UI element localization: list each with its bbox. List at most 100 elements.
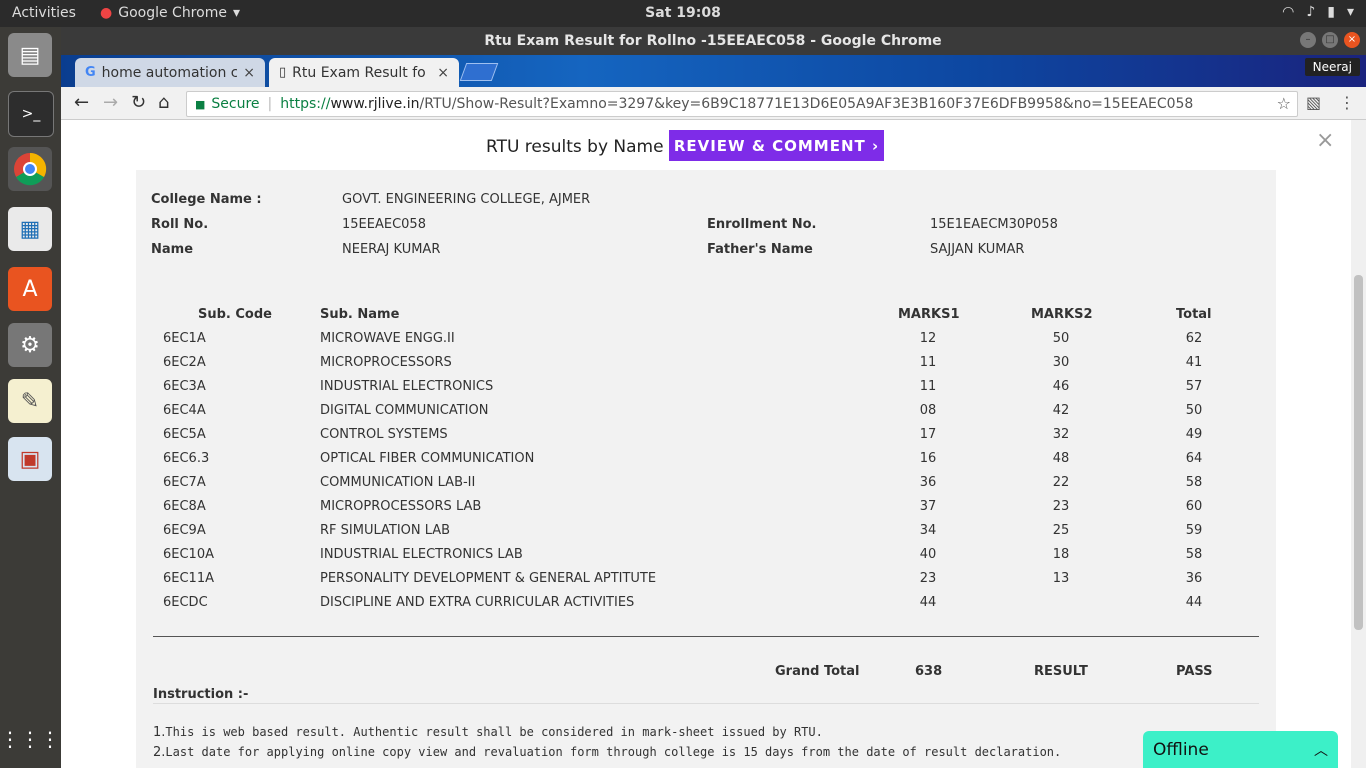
instruction-item: 1.This is web based result. Authentic re… xyxy=(153,725,823,740)
rtu-results-by-name-link[interactable]: RTU results by Name xyxy=(486,137,664,157)
browser-toolbar: ← → ↻ ⌂ ■ Secure | https:// www.rjlive.i… xyxy=(61,87,1366,120)
cell-total: 36 xyxy=(1185,571,1203,586)
profile-badge[interactable]: Neeraj xyxy=(1304,58,1360,76)
impress-icon[interactable]: ▣ xyxy=(8,437,52,481)
cell-sub-code: 6EC6.3 xyxy=(163,451,210,466)
cell-marks1: 36 xyxy=(919,475,937,490)
cell-marks2: 23 xyxy=(1052,499,1070,514)
menu-icon[interactable]: ⋮ xyxy=(1339,93,1355,112)
divider: | xyxy=(267,96,273,112)
cell-marks2: 46 xyxy=(1052,379,1070,394)
tab-rtu-result[interactable]: ▯ Rtu Exam Result for × xyxy=(269,58,459,87)
scrollbar-thumb[interactable] xyxy=(1354,275,1363,630)
settings-icon[interactable]: ⚙ xyxy=(8,323,52,367)
url-path: /RTU/Show-Result?Examno=3297&key=6B9C187… xyxy=(419,96,1194,112)
cell-sub-name: MICROWAVE ENGG.II xyxy=(320,331,455,346)
home-icon[interactable]: ⌂ xyxy=(158,92,169,113)
header-marks2: MARKS2 xyxy=(1031,307,1093,322)
cell-sub-code: 6EC5A xyxy=(163,427,206,442)
cell-marks2: 48 xyxy=(1052,451,1070,466)
divider xyxy=(153,703,1259,704)
back-icon[interactable]: ← xyxy=(74,92,89,113)
extension-icon[interactable]: ▧ xyxy=(1306,93,1321,112)
close-tab-icon[interactable]: × xyxy=(243,65,255,81)
system-tray[interactable]: ◠ ♪ ▮ ▾ xyxy=(1282,4,1354,20)
minimize-button[interactable]: – xyxy=(1300,32,1316,48)
forward-icon[interactable]: → xyxy=(103,92,118,113)
cell-total: 44 xyxy=(1185,595,1203,610)
activities-button[interactable]: Activities xyxy=(12,5,76,21)
cell-marks2: 22 xyxy=(1052,475,1070,490)
instruction-text: Last date for applying online copy view … xyxy=(165,745,1062,759)
chrome-icon[interactable] xyxy=(8,147,52,191)
reload-icon[interactable]: ↻ xyxy=(131,92,146,113)
clock[interactable]: Sat 19:08 xyxy=(645,5,721,21)
cell-marks1: 08 xyxy=(919,403,937,418)
name-label: Name xyxy=(151,242,194,257)
cell-marks2: 30 xyxy=(1052,355,1070,370)
chat-status-label: Offline xyxy=(1153,739,1209,760)
enrollment-value: 15E1EAECM30P058 xyxy=(930,217,1058,232)
cell-sub-code: 6EC3A xyxy=(163,379,206,394)
close-window-button[interactable]: × xyxy=(1344,32,1360,48)
writer-icon[interactable]: ▦ xyxy=(8,207,52,251)
tab-home-automation[interactable]: G home automation c × xyxy=(75,58,265,87)
software-icon[interactable]: A xyxy=(8,267,52,311)
cell-marks2: 50 xyxy=(1052,331,1070,346)
cell-marks1: 17 xyxy=(919,427,937,442)
terminal-icon[interactable]: >_ xyxy=(8,91,54,137)
cell-sub-name: CONTROL SYSTEMS xyxy=(320,427,448,442)
cell-sub-name: RF SIMULATION LAB xyxy=(320,523,451,538)
cell-total: 64 xyxy=(1185,451,1203,466)
new-tab-button[interactable] xyxy=(459,63,499,81)
cell-sub-code: 6EC2A xyxy=(163,355,206,370)
chevron-down-icon: ▾ xyxy=(1346,4,1354,20)
header-total: Total xyxy=(1176,307,1212,322)
review-comment-button[interactable]: REVIEW & COMMENT › xyxy=(669,130,884,161)
close-banner-icon[interactable]: × xyxy=(1316,128,1334,153)
cell-marks2: 25 xyxy=(1052,523,1070,538)
father-value: SAJJAN KUMAR xyxy=(930,242,1025,257)
roll-value: 15EEAEC058 xyxy=(342,217,426,232)
cell-sub-code: 6ECDC xyxy=(163,595,208,610)
father-label: Father's Name xyxy=(707,242,813,257)
address-bar[interactable]: ■ Secure | https:// www.rjlive.in /RTU/S… xyxy=(186,91,1298,117)
apps-grid-icon[interactable]: ⋮⋮⋮ xyxy=(0,717,60,761)
window-title-bar: Rtu Exam Result for Rollno -15EEAEC058 -… xyxy=(61,27,1366,55)
cell-marks1: 23 xyxy=(919,571,937,586)
tab-label: home automation c xyxy=(101,64,237,81)
header-marks1: MARKS1 xyxy=(898,307,960,322)
chevron-up-icon[interactable]: ︿ xyxy=(1314,740,1328,760)
roll-label: Roll No. xyxy=(151,217,209,232)
cell-sub-code: 6EC8A xyxy=(163,499,206,514)
cell-sub-name: MICROPROCESSORS xyxy=(320,355,452,370)
close-tab-icon[interactable]: × xyxy=(437,65,449,81)
college-label: College Name : xyxy=(151,192,262,207)
page-scrollbar[interactable] xyxy=(1351,120,1366,768)
dock: ▤ >_ ▦ A ⚙ ✎ ▣ ⋮⋮⋮ xyxy=(0,27,61,768)
cell-sub-name: COMMUNICATION LAB-II xyxy=(320,475,476,490)
url-host: www.rjlive.in xyxy=(330,96,420,112)
cell-total: 50 xyxy=(1185,403,1203,418)
cell-sub-name: DISCIPLINE AND EXTRA CURRICULAR ACTIVITI… xyxy=(320,595,635,610)
maximize-button[interactable]: □ xyxy=(1322,32,1338,48)
cell-total: 60 xyxy=(1185,499,1203,514)
result-card: College Name : GOVT. ENGINEERING COLLEGE… xyxy=(136,170,1276,768)
chat-widget[interactable]: Offline ︿ xyxy=(1143,731,1338,768)
instruction-heading: Instruction :- xyxy=(153,687,249,702)
chrome-icon: ● xyxy=(100,5,113,21)
enrollment-label: Enrollment No. xyxy=(707,217,817,232)
cell-total: 58 xyxy=(1185,475,1203,490)
app-menu[interactable]: ● Google Chrome ▾ xyxy=(100,5,240,21)
text-editor-icon[interactable]: ✎ xyxy=(8,379,52,423)
cell-total: 41 xyxy=(1185,355,1203,370)
cell-marks2: 13 xyxy=(1052,571,1070,586)
bookmark-star-icon[interactable]: ☆ xyxy=(1277,94,1291,113)
files-icon[interactable]: ▤ xyxy=(8,33,52,77)
volume-icon: ♪ xyxy=(1306,4,1316,20)
cell-marks1: 44 xyxy=(919,595,937,610)
instruction-item: 2.Last date for applying online copy vie… xyxy=(153,745,1061,760)
name-value: NEERAJ KUMAR xyxy=(342,242,441,257)
battery-icon: ▮ xyxy=(1327,4,1335,20)
cell-marks1: 12 xyxy=(919,331,937,346)
